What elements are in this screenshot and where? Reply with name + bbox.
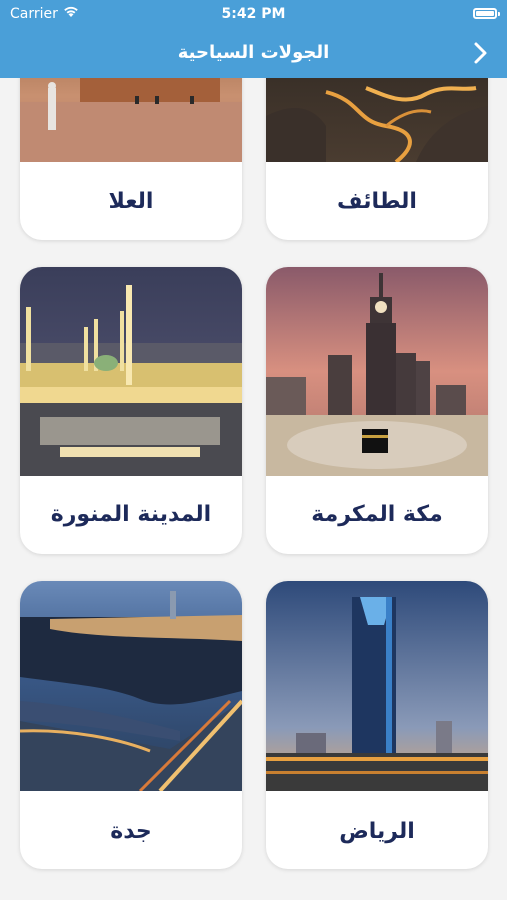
city-card-makkah[interactable]: مكة المكرمة (266, 267, 488, 554)
city-image (20, 581, 242, 791)
status-time: 5:42 PM (221, 6, 286, 22)
city-image (266, 78, 488, 162)
city-card-taif[interactable]: الطائف (266, 78, 488, 240)
city-image (20, 267, 242, 476)
city-name-label: الرياض (339, 819, 415, 844)
battery-icon (473, 8, 500, 19)
city-name-label: مكة المكرمة (311, 502, 443, 527)
status-bar: Carrier 5:42 PM (0, 0, 507, 28)
city-name-label: المدينة المنورة (50, 502, 212, 527)
city-card-jeddah[interactable]: جدة (20, 581, 242, 869)
city-image (266, 267, 488, 476)
chevron-right-icon[interactable] (467, 38, 493, 68)
city-name-label: العلا (108, 189, 154, 214)
city-name-label: جدة (110, 819, 152, 844)
city-name-label: الطائف (337, 189, 417, 214)
navigation-bar: الجولات السياحية (0, 28, 507, 78)
page-title: الجولات السياحية (177, 42, 330, 63)
city-card-madinah[interactable]: المدينة المنورة (20, 267, 242, 554)
city-image (266, 581, 488, 791)
cities-grid: الطائف العلا مكة المكرمة المدينة المنورة… (0, 78, 507, 900)
city-card-alula[interactable]: العلا (20, 78, 242, 240)
city-image (20, 78, 242, 162)
city-card-riyadh[interactable]: الرياض (266, 581, 488, 869)
